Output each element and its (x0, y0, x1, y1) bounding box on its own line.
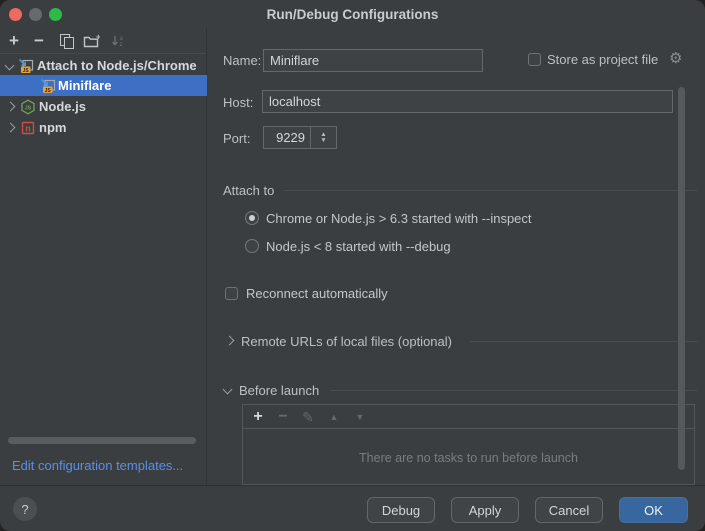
svg-text:n: n (25, 123, 31, 133)
configurations-sidebar: + − + a z (0, 28, 207, 485)
nodejs-icon: JS (20, 99, 36, 115)
name-input[interactable] (263, 49, 483, 72)
tree-item-nodejs[interactable]: JS Node.js (0, 96, 207, 117)
horizontal-scrollbar[interactable] (8, 437, 196, 444)
tree-item-attach-group[interactable]: JS Attach to Node.js/Chrome (0, 55, 207, 76)
port-label: Port: (223, 131, 250, 146)
npm-icon: n (20, 120, 36, 136)
chevron-right-icon[interactable] (6, 102, 16, 112)
remove-configuration-icon[interactable]: − (30, 32, 48, 50)
move-down-icon[interactable]: ▼ (351, 408, 369, 426)
section-divider (284, 190, 697, 191)
remove-task-icon[interactable]: − (274, 408, 292, 426)
copy-configuration-icon[interactable] (57, 32, 75, 50)
svg-text:JS: JS (23, 67, 30, 73)
run-debug-configurations-dialog: Run/Debug Configurations + − + a z (0, 0, 705, 531)
radio-nodejs-debug[interactable] (245, 239, 259, 253)
port-spinner-buttons[interactable]: ▲ ▼ (310, 127, 336, 148)
svg-text:JS: JS (45, 87, 52, 93)
apply-button[interactable]: Apply (451, 497, 519, 523)
before-launch-panel: + − ✎ ▲ ▼ There are no tasks to run befo… (242, 404, 695, 485)
reconnect-automatically-checkbox[interactable] (225, 287, 238, 300)
edit-task-icon[interactable]: ✎ (299, 408, 317, 426)
vertical-scrollbar[interactable] (678, 87, 685, 470)
dialog-title: Run/Debug Configurations (0, 7, 705, 22)
edit-configuration-templates-link[interactable]: Edit configuration templates... (12, 458, 183, 473)
chevron-right-icon[interactable] (6, 123, 16, 133)
host-label: Host: (223, 95, 253, 110)
attach-to-section-label: Attach to (223, 183, 274, 198)
before-launch-empty-text: There are no tasks to run before launch (243, 451, 694, 465)
spinner-down-icon[interactable]: ▼ (320, 138, 326, 144)
chevron-down-icon[interactable] (223, 385, 233, 395)
debug-button[interactable]: Debug (367, 497, 435, 523)
new-folder-icon[interactable]: + (82, 32, 100, 50)
radio-chrome-inspect-label: Chrome or Node.js > 6.3 started with --i… (266, 211, 532, 226)
chevron-down-icon[interactable] (5, 61, 15, 71)
move-up-icon[interactable]: ▲ (325, 408, 343, 426)
add-configuration-icon[interactable]: + (5, 32, 23, 50)
chevron-right-icon[interactable] (225, 336, 235, 346)
name-label: Name: (223, 53, 261, 68)
tree-item-miniflare[interactable]: JS Miniflare (0, 75, 207, 96)
tree-item-label: Node.js (39, 99, 86, 114)
sort-configurations-icon[interactable]: a z (109, 32, 127, 50)
tree-item-label: npm (39, 120, 66, 135)
add-task-icon[interactable]: + (249, 408, 267, 426)
tree-item-npm[interactable]: n npm (0, 117, 207, 138)
attach-nodejs-chrome-icon: JS (40, 78, 56, 94)
dialog-footer: ? Debug Apply Cancel OK (0, 485, 705, 531)
store-as-project-file-checkbox[interactable] (528, 53, 541, 66)
svg-text:+: + (96, 33, 100, 42)
svg-text:JS: JS (25, 105, 32, 111)
cancel-button[interactable]: Cancel (535, 497, 603, 523)
port-input[interactable] (264, 127, 310, 148)
store-as-project-file-label: Store as project file (547, 52, 658, 67)
before-launch-toolbar: + − ✎ ▲ ▼ (243, 405, 694, 429)
tree-item-label: Attach to Node.js/Chrome (37, 58, 197, 73)
attach-nodejs-chrome-icon: JS (18, 58, 34, 74)
remote-urls-section-header[interactable]: Remote URLs of local files (optional) (241, 334, 452, 349)
section-divider (470, 341, 697, 342)
reconnect-automatically-label: Reconnect automatically (246, 286, 388, 301)
sidebar-toolbar: + − + a z (0, 28, 206, 54)
title-bar: Run/Debug Configurations (0, 0, 705, 28)
help-button[interactable]: ? (13, 497, 37, 521)
store-settings-gear-icon[interactable]: ⚙ (669, 51, 682, 66)
section-divider (330, 390, 697, 391)
svg-text:z: z (120, 42, 123, 48)
tree-item-label: Miniflare (58, 78, 111, 93)
ok-button[interactable]: OK (619, 497, 688, 523)
port-stepper: ▲ ▼ (263, 126, 337, 149)
radio-chrome-inspect[interactable] (245, 211, 259, 225)
before-launch-section-header[interactable]: Before launch (239, 383, 319, 398)
radio-nodejs-debug-label: Node.js < 8 started with --debug (266, 239, 451, 254)
host-input[interactable] (262, 90, 673, 113)
